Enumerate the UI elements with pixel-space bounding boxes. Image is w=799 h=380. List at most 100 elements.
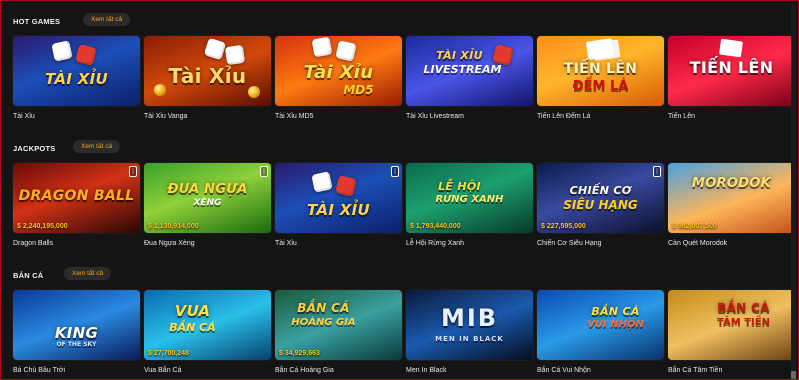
scrollbar-track[interactable] [791, 5, 796, 377]
game-logo-subtext: RỪNG XANH [435, 194, 504, 205]
game-name: Càn Quét Morodok [668, 240, 728, 247]
game-logo-subtext: VUI NHỘN [587, 319, 644, 330]
game-logo-text: TÀI XỈU [436, 49, 483, 62]
dice-icon [311, 36, 333, 58]
game-thumbnail[interactable]: VUA BẮN CÁ $ 27,700,248 [144, 290, 271, 360]
game-card-ban-ca-vui-nhon[interactable]: BẮN CÁ VUI NHỘN Bắn Cá Vui Nhộn [537, 290, 664, 374]
game-card-tai-xiu-vanga[interactable]: Tài Xỉu Tài Xỉu Vanga [144, 36, 271, 120]
game-logo-text: DRAGON BALL [18, 188, 135, 204]
mobile-icon [391, 166, 399, 177]
game-card-ba-chu-bau-troi[interactable]: KING OF THE SKY Bá Chủ Bầu Trời [13, 290, 140, 374]
game-logo-text: Tài Xỉu [168, 64, 247, 88]
game-card-tai-xiu-jackpot[interactable]: TÀI XỈU Tài Xỉu [275, 163, 402, 247]
game-thumbnail[interactable]: BẮN CÁ HOÀNG GIA $ 34,929,663 [275, 290, 402, 360]
game-logo-subtext: OF THE SKY [56, 341, 97, 348]
game-thumbnail[interactable]: LỄ HỘI RỪNG XANH $ 1,793,440,000 [406, 163, 533, 233]
game-logo-text: LỄ HỘI [438, 180, 481, 193]
game-logo-text: TIẾN LÊN [689, 58, 774, 77]
game-logo-text: BẮN CÁ [591, 305, 640, 318]
section-header: HOT GAMES [13, 14, 60, 28]
game-card-tien-len[interactable]: TIẾN LÊN Tiến Lên [668, 36, 795, 120]
jackpot-amount: $ 27,700,248 [148, 350, 189, 357]
game-thumbnail[interactable]: TIẾN LÊN ĐẾM LÁ [537, 36, 664, 106]
mobile-icon [129, 166, 137, 177]
game-logo-text: BẮN CÁ [297, 301, 350, 315]
dice-icon [224, 44, 246, 66]
game-logo-text: TÀI XỈU [45, 70, 108, 88]
game-card-men-in-black[interactable]: MIB MEN IN BLACK Men In Black [406, 290, 533, 374]
game-logo-text: BẮN CÁ [717, 301, 770, 315]
game-card-ban-ca-tam-tien[interactable]: BẮN CÁ TÂM TIỀN Bắn Cá Tâm Tiền [668, 290, 795, 374]
game-name: Men In Black [406, 367, 447, 374]
game-logo-subtext: LIVESTREAM [423, 63, 502, 76]
section-title: JACKPOTS [13, 143, 56, 153]
section-header: BẮN CÁ [13, 268, 43, 282]
jackpot-amount: $ 2,240,195,000 [17, 223, 68, 230]
game-thumbnail[interactable]: KING OF THE SKY [13, 290, 140, 360]
game-card-dragon-balls[interactable]: DRAGON BALL $ 2,240,195,000 Dragon Balls [13, 163, 140, 247]
game-thumbnail[interactable]: ĐUA NGỰA XÈNG $ 1,130,914,000 [144, 163, 271, 233]
game-thumbnail[interactable]: MORODOK $ 982,007,500 [668, 163, 795, 233]
game-logo-text: TIẾN LÊN [563, 61, 638, 77]
game-logo-subtext: BẮN CÁ [169, 321, 216, 334]
game-thumbnail[interactable]: Tài Xỉu MD5 [275, 36, 402, 106]
game-thumbnail[interactable]: DRAGON BALL $ 2,240,195,000 [13, 163, 140, 233]
game-card-dua-ngua-xeng[interactable]: ĐUA NGỰA XÈNG $ 1,130,914,000 Đua Ngựa X… [144, 163, 271, 247]
game-card-tai-xiu[interactable]: TÀI XỈU Tài Xỉu [13, 36, 140, 120]
game-name: Vua Bắn Cá [144, 367, 182, 374]
game-logo-subtext: ĐẾM LÁ [572, 79, 629, 94]
game-card-ban-ca-hoang-gia[interactable]: BẮN CÁ HOÀNG GIA $ 34,929,663 Bắn Cá Hoà… [275, 290, 402, 374]
game-thumbnail[interactable]: BẮN CÁ VUI NHỘN [537, 290, 664, 360]
game-name: Tài Xỉu [275, 240, 297, 247]
game-card-tai-xiu-livestream[interactable]: TÀI XỈU LIVESTREAM Tài Xỉu Livestream [406, 36, 533, 120]
see-all-button[interactable]: Xem tất cả [73, 140, 121, 153]
game-card-le-hoi-rung-xanh[interactable]: LỄ HỘI RỪNG XANH $ 1,793,440,000 Lễ Hội … [406, 163, 533, 247]
game-thumbnail[interactable]: BẮN CÁ TÂM TIỀN [668, 290, 795, 360]
playing-cards-icon [585, 38, 615, 60]
game-logo-text: TÀI XỈU [307, 201, 370, 219]
jackpot-amount: $ 982,007,500 [672, 223, 717, 230]
coin-icon [248, 86, 260, 98]
game-name: Lễ Hội Rừng Xanh [406, 240, 464, 247]
section-title: BẮN CÁ [13, 270, 44, 280]
game-name: Chiến Cơ Siêu Hạng [537, 240, 602, 247]
game-card-tai-xiu-md5[interactable]: Tài Xỉu MD5 Tài Xỉu MD5 [275, 36, 402, 120]
game-name: Tài Xỉu MD5 [275, 113, 314, 120]
section-header: JACKPOTS [13, 141, 55, 155]
game-logo-text: MIB [440, 304, 499, 332]
game-card-vua-ban-ca[interactable]: VUA BẮN CÁ $ 27,700,248 Vua Bắn Cá [144, 290, 271, 374]
jackpot-amount: $ 1,130,914,000 [148, 223, 199, 230]
game-name: Dragon Balls [13, 240, 54, 247]
game-name: Bắn Cá Hoàng Gia [275, 367, 334, 374]
game-thumbnail[interactable]: CHIẾN CƠ SIÊU HẠNG $ 227,595,000 [537, 163, 664, 233]
game-card-tien-len-dem-la[interactable]: TIẾN LÊN ĐẾM LÁ Tiến Lên Đếm Lá [537, 36, 664, 120]
dice-icon [51, 40, 73, 62]
game-thumbnail[interactable]: Tài Xỉu [144, 36, 271, 106]
game-thumbnail[interactable]: TÀI XỈU LIVESTREAM [406, 36, 533, 106]
game-thumbnail[interactable]: TIẾN LÊN [668, 36, 795, 106]
jackpot-amount: $ 227,595,000 [541, 223, 586, 230]
see-all-button[interactable]: Xem tất cả [83, 13, 131, 26]
game-thumbnail[interactable]: TÀI XỈU [13, 36, 140, 106]
game-name: Bắn Cá Tâm Tiền [668, 367, 723, 374]
game-thumbnail[interactable]: MIB MEN IN BLACK [406, 290, 533, 360]
dice-icon [311, 171, 333, 193]
game-logo-text: CHIẾN CƠ [569, 184, 632, 197]
game-name: Bắn Cá Vui Nhộn [537, 367, 591, 374]
game-thumbnail[interactable]: TÀI XỈU [275, 163, 402, 233]
see-all-button[interactable]: Xem tất cả [64, 267, 112, 280]
dice-icon [335, 175, 357, 197]
playing-cards-icon [718, 38, 744, 58]
game-logo-text: KING [54, 324, 99, 342]
scrollbar-thumb[interactable] [791, 371, 796, 379]
game-logo-text: VUA [174, 302, 211, 320]
game-name: Tài Xỉu Vanga [144, 113, 188, 120]
game-logo-subtext: MEN IN BLACK [435, 335, 504, 343]
dice-icon [335, 40, 357, 62]
game-card-can-quet-morodok[interactable]: MORODOK $ 982,007,500 Càn Quét Morodok [668, 163, 795, 247]
game-name: Bá Chủ Bầu Trời [13, 367, 66, 374]
game-card-chien-co-sieu-hang[interactable]: CHIẾN CƠ SIÊU HẠNG $ 227,595,000 Chiến C… [537, 163, 664, 247]
dice-icon [75, 44, 97, 66]
game-logo-subtext: MD5 [343, 83, 374, 97]
jackpot-amount: $ 1,793,440,000 [410, 223, 461, 230]
